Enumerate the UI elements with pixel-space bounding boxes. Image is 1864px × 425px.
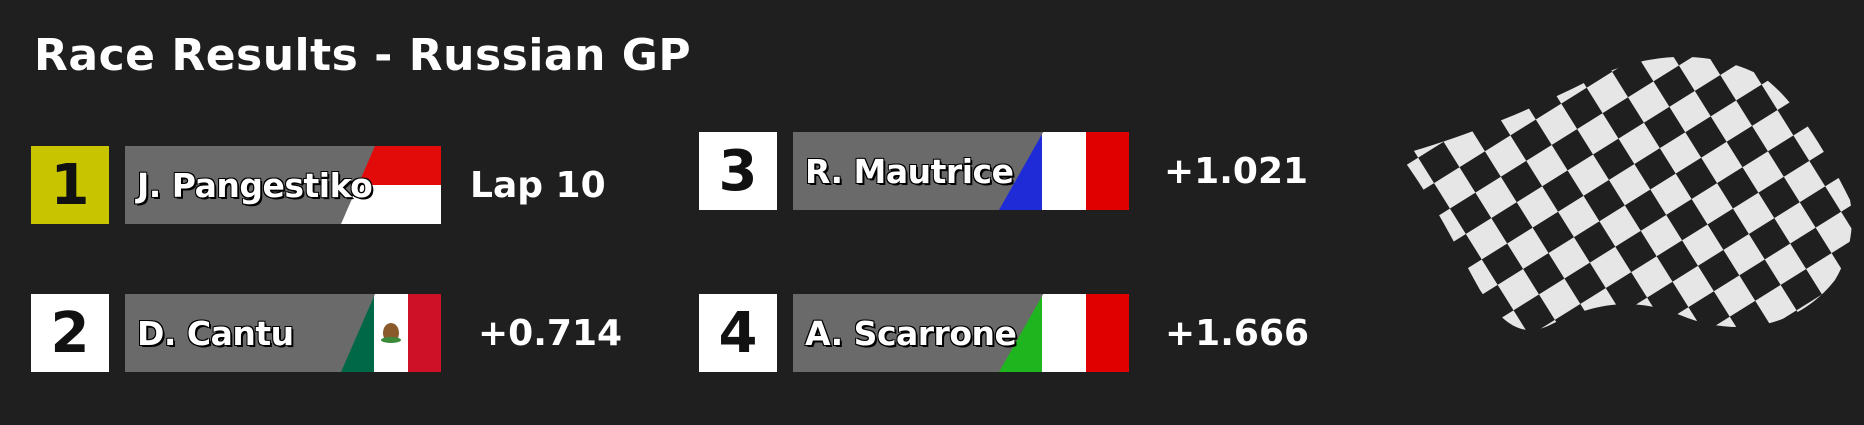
driver-name: A. Scarrone	[805, 313, 1017, 353]
race-results-title: Race Results - Russian GP	[34, 30, 692, 81]
mexico-flag-icon	[341, 294, 441, 372]
driver-name: R. Mautrice	[805, 151, 1014, 191]
result-row-4: 4 A. Scarrone +1.666	[699, 294, 1339, 372]
driver-nameplate: J. Pangestiko	[125, 146, 441, 224]
position-badge: 2	[31, 294, 109, 372]
gap-text: +1.021	[1164, 150, 1309, 192]
driver-nameplate: R. Mautrice	[793, 132, 1129, 210]
position-badge: 1	[31, 146, 109, 224]
driver-nameplate: D. Cantu	[125, 294, 441, 372]
position-badge: 3	[699, 132, 777, 210]
italy-flag-icon	[999, 294, 1129, 372]
gap-text: Lap 10	[470, 164, 606, 206]
gap-text: +0.714	[478, 312, 623, 354]
driver-name: J. Pangestiko	[137, 165, 373, 205]
gap-text: +1.666	[1165, 312, 1310, 354]
checkered-flag-icon	[1380, 40, 1860, 374]
driver-nameplate: A. Scarrone	[793, 294, 1129, 372]
result-row-1: 1 J. Pangestiko Lap 10	[31, 146, 631, 224]
result-row-2: 2 D. Cantu +0.714	[31, 294, 631, 372]
driver-name: D. Cantu	[137, 313, 294, 353]
france-flag-icon	[999, 132, 1129, 210]
position-badge: 4	[699, 294, 777, 372]
result-row-3: 3 R. Mautrice +1.021	[699, 132, 1339, 210]
